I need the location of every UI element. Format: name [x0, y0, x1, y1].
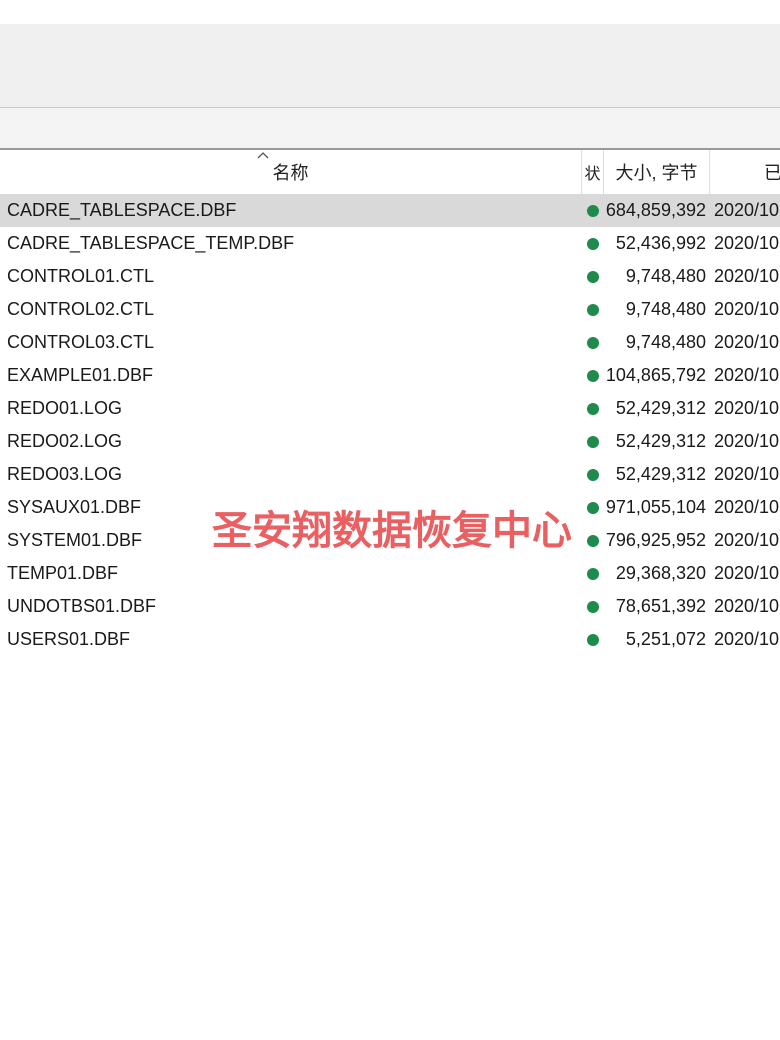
file-size: 971,055,104 — [605, 497, 706, 517]
file-row[interactable]: REDO01.LOG 52,429,312 2020/10 — [0, 392, 780, 425]
file-date: 2020/10 — [714, 464, 780, 484]
file-row[interactable]: CONTROL02.CTL 9,748,480 2020/10 — [0, 293, 780, 326]
file-row[interactable]: CONTROL01.CTL 9,748,480 2020/10 — [0, 260, 780, 293]
file-name: TEMP01.DBF — [7, 563, 119, 583]
file-size: 29,368,320 — [615, 563, 706, 583]
file-name: SYSAUX01.DBF — [7, 497, 142, 517]
file-size: 52,429,312 — [615, 464, 706, 484]
status-indicator — [582, 557, 604, 590]
column-header-row: 名称 状 大小, 字节 已 — [0, 150, 780, 194]
file-name: CADRE_TABLESPACE.DBF — [7, 200, 237, 220]
column-header-name[interactable]: 名称 — [0, 150, 582, 194]
file-size: 104,865,792 — [605, 365, 706, 385]
status-indicator — [582, 590, 604, 623]
status-dot-icon — [587, 270, 599, 283]
file-size: 9,748,480 — [625, 299, 706, 319]
status-dot-icon — [587, 435, 599, 448]
file-name: USERS01.DBF — [7, 629, 131, 649]
status-indicator — [582, 227, 604, 260]
file-date: 2020/10 — [714, 530, 780, 550]
file-row[interactable]: CONTROL03.CTL 9,748,480 2020/10 — [0, 326, 780, 359]
file-size: 9,748,480 — [625, 332, 706, 352]
file-name: CONTROL02.CTL — [7, 299, 155, 319]
column-header-date[interactable]: 已 — [710, 150, 780, 194]
file-row[interactable]: SYSTEM01.DBF 796,925,952 2020/10 — [0, 524, 780, 557]
status-dot-icon — [587, 237, 599, 250]
status-indicator — [582, 491, 604, 524]
status-dot-icon — [587, 402, 599, 415]
file-size: 52,429,312 — [615, 398, 706, 418]
status-dot-icon — [587, 501, 599, 514]
file-date: 2020/10 — [714, 266, 780, 286]
file-size: 9,748,480 — [625, 266, 706, 286]
status-dot-icon — [587, 633, 599, 646]
file-list: CADRE_TABLESPACE.DBF 684,859,392 2020/10… — [0, 194, 780, 656]
toolbar-area — [0, 24, 780, 108]
file-row[interactable]: UNDOTBS01.DBF 78,651,392 2020/10 — [0, 590, 780, 623]
status-indicator — [582, 194, 604, 227]
file-name: CADRE_TABLESPACE_TEMP.DBF — [7, 233, 295, 253]
file-size: 52,436,992 — [615, 233, 706, 253]
column-header-size[interactable]: 大小, 字节 — [604, 150, 710, 194]
file-date: 2020/10 — [714, 299, 780, 319]
file-name: REDO03.LOG — [7, 464, 123, 484]
file-date: 2020/10 — [714, 365, 780, 385]
window-top-strip — [0, 0, 780, 24]
file-date: 2020/10 — [714, 398, 780, 418]
status-indicator — [582, 425, 604, 458]
status-dot-icon — [587, 567, 599, 580]
file-name: REDO01.LOG — [7, 398, 123, 418]
status-indicator — [582, 458, 604, 491]
file-date: 2020/10 — [714, 200, 780, 220]
status-indicator — [582, 392, 604, 425]
file-row[interactable]: REDO03.LOG 52,429,312 2020/10 — [0, 458, 780, 491]
status-dot-icon — [587, 204, 599, 217]
path-bar — [0, 108, 780, 150]
status-indicator — [582, 524, 604, 557]
column-header-status[interactable]: 状 — [582, 150, 604, 194]
file-name: SYSTEM01.DBF — [7, 530, 143, 550]
status-dot-icon — [587, 600, 599, 613]
status-indicator — [582, 326, 604, 359]
file-date: 2020/10 — [714, 497, 780, 517]
file-row[interactable]: SYSAUX01.DBF 971,055,104 2020/10 — [0, 491, 780, 524]
file-date: 2020/10 — [714, 596, 780, 616]
file-row[interactable]: EXAMPLE01.DBF 104,865,792 2020/10 — [0, 359, 780, 392]
status-dot-icon — [587, 369, 599, 382]
status-dot-icon — [587, 303, 599, 316]
file-name: CONTROL03.CTL — [7, 332, 155, 352]
file-size: 78,651,392 — [615, 596, 706, 616]
file-row[interactable]: CADRE_TABLESPACE.DBF 684,859,392 2020/10 — [0, 194, 780, 227]
file-row[interactable]: USERS01.DBF 5,251,072 2020/10 — [0, 623, 780, 656]
status-dot-icon — [587, 336, 599, 349]
file-row[interactable]: REDO02.LOG 52,429,312 2020/10 — [0, 425, 780, 458]
status-indicator — [582, 623, 604, 656]
file-date: 2020/10 — [714, 233, 780, 253]
file-size: 52,429,312 — [615, 431, 706, 451]
file-size: 796,925,952 — [605, 530, 706, 550]
file-date: 2020/10 — [714, 563, 780, 583]
status-indicator — [582, 359, 604, 392]
file-row[interactable]: TEMP01.DBF 29,368,320 2020/10 — [0, 557, 780, 590]
status-indicator — [582, 293, 604, 326]
status-indicator — [582, 260, 604, 293]
file-date: 2020/10 — [714, 332, 780, 352]
status-dot-icon — [587, 468, 599, 481]
file-size: 684,859,392 — [605, 200, 706, 220]
file-date: 2020/10 — [714, 431, 780, 451]
file-size: 5,251,072 — [625, 629, 706, 649]
file-name: REDO02.LOG — [7, 431, 123, 451]
file-name: CONTROL01.CTL — [7, 266, 155, 286]
status-dot-icon — [587, 534, 599, 547]
file-date: 2020/10 — [714, 629, 780, 649]
file-row[interactable]: CADRE_TABLESPACE_TEMP.DBF 52,436,992 202… — [0, 227, 780, 260]
file-name: UNDOTBS01.DBF — [7, 596, 157, 616]
file-name: EXAMPLE01.DBF — [7, 365, 154, 385]
